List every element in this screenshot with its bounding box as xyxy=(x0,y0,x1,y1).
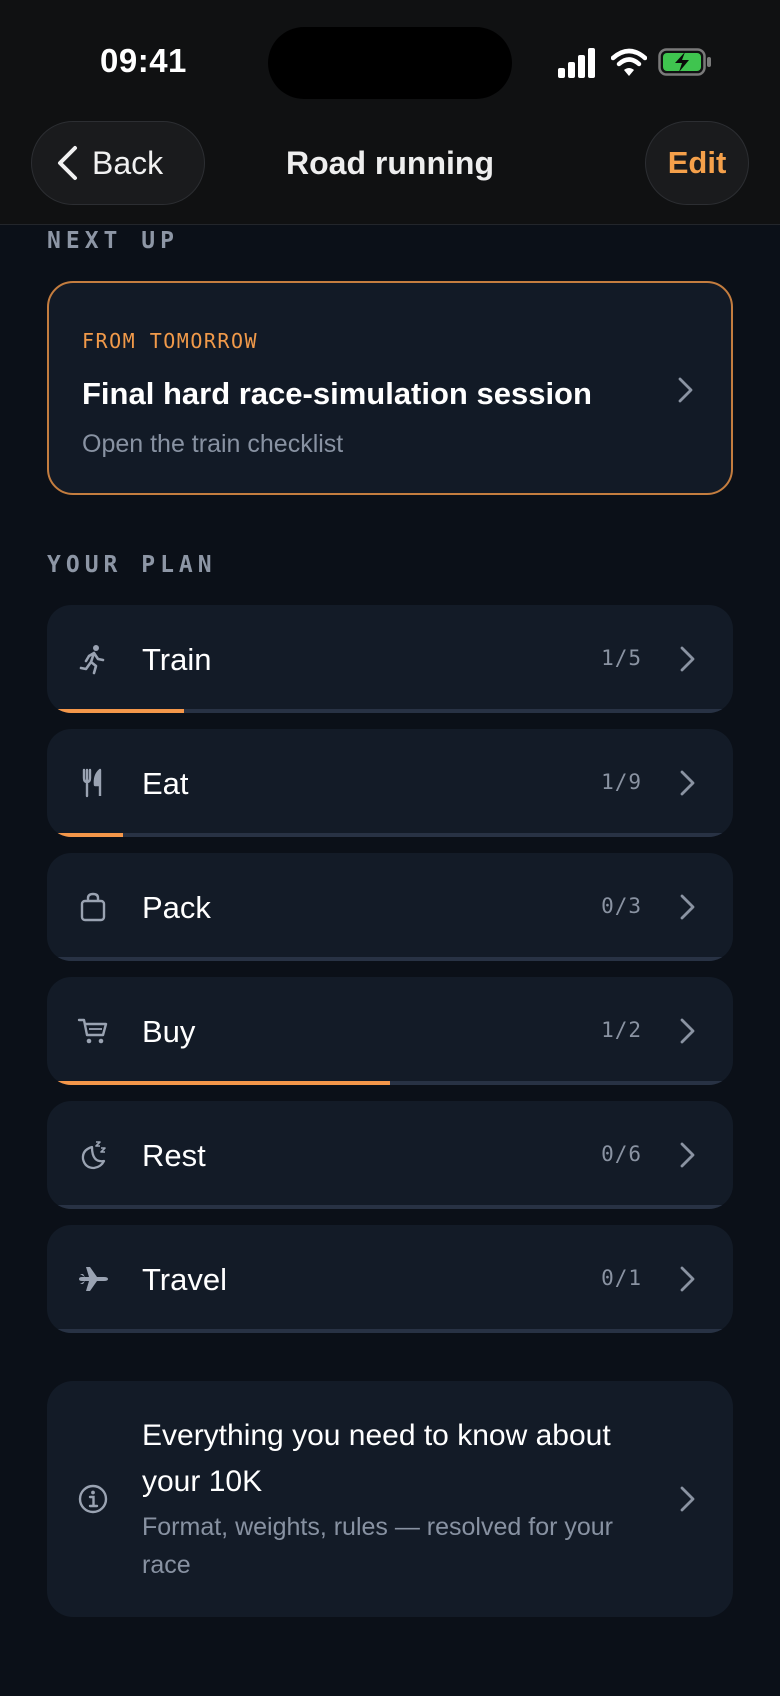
cellular-signal-icon xyxy=(558,48,595,78)
plan-item-count: 0/1 xyxy=(601,1266,642,1290)
status-time: 09:41 xyxy=(100,42,187,79)
next-up-card[interactable]: FROM TOMORROW Final hard race-simulation… xyxy=(47,281,733,495)
bag-icon xyxy=(80,892,106,922)
airplane-icon xyxy=(79,1267,108,1291)
chevron-right-icon xyxy=(680,1142,695,1168)
plan-item-count: 0/3 xyxy=(601,894,642,918)
progress-track xyxy=(47,1329,733,1333)
race-info-subtitle: Format, weights, rules — resolved for yo… xyxy=(142,1513,613,1579)
your-plan-section-label: YOUR PLAN xyxy=(47,552,217,578)
plan-item-count: 1/2 xyxy=(601,1018,642,1042)
plan-item-eat[interactable]: Eat 1/9 xyxy=(47,729,733,837)
plan-item-count: 1/5 xyxy=(601,646,642,670)
wifi-icon xyxy=(611,48,647,76)
next-up-subtitle: Open the train checklist xyxy=(82,430,344,458)
plan-item-label: Buy xyxy=(142,1014,196,1049)
plan-item-buy[interactable]: Buy 1/2 xyxy=(47,977,733,1085)
chevron-right-icon xyxy=(680,770,695,796)
plan-item-label: Pack xyxy=(142,890,211,925)
runner-icon xyxy=(79,645,105,675)
plan-item-label: Travel xyxy=(142,1262,227,1297)
plan-item-travel[interactable]: Travel 0/1 xyxy=(47,1225,733,1333)
edit-button[interactable]: Edit xyxy=(645,121,749,205)
chevron-right-icon xyxy=(680,1486,695,1512)
progress-fill xyxy=(47,1081,390,1085)
race-info-title: Everything you need to know about your 1… xyxy=(142,1419,611,1498)
progress-fill xyxy=(47,833,124,837)
chevron-right-icon xyxy=(680,894,695,920)
next-up-eyebrow: FROM TOMORROW xyxy=(82,329,259,353)
plan-item-pack[interactable]: Pack 0/3 xyxy=(47,853,733,961)
fork-knife-icon xyxy=(82,768,102,798)
moon-sleep-icon xyxy=(81,1141,106,1170)
plan-item-label: Train xyxy=(142,642,212,677)
info-icon xyxy=(78,1484,108,1514)
chevron-right-icon xyxy=(680,1018,695,1044)
chevron-right-icon xyxy=(680,646,695,672)
race-info-card[interactable]: Everything you need to know about your 1… xyxy=(47,1381,733,1617)
progress-track xyxy=(47,709,733,713)
progress-track xyxy=(47,1081,733,1085)
dynamic-island xyxy=(268,27,512,99)
top-bar: 09:41 Back Road running Edit xyxy=(0,0,780,225)
edit-label: Edit xyxy=(667,145,727,180)
next-up-title: Final hard race-simulation session xyxy=(82,376,592,411)
chevron-right-icon xyxy=(678,377,693,403)
plan-item-count: 1/9 xyxy=(601,770,642,794)
plan-item-label: Rest xyxy=(142,1138,206,1173)
progress-fill xyxy=(47,709,185,713)
progress-track xyxy=(47,833,733,837)
next-up-section-label: NEXT UP xyxy=(47,228,179,254)
progress-track xyxy=(47,1205,733,1209)
plan-item-train[interactable]: Train 1/5 xyxy=(47,605,733,713)
cart-icon xyxy=(77,1018,108,1044)
plan-item-rest[interactable]: Rest 0/6 xyxy=(47,1101,733,1209)
progress-track xyxy=(47,957,733,961)
chevron-right-icon xyxy=(680,1266,695,1292)
plan-item-count: 0/6 xyxy=(601,1142,642,1166)
plan-item-label: Eat xyxy=(142,766,189,801)
battery-charging-icon xyxy=(658,48,711,76)
